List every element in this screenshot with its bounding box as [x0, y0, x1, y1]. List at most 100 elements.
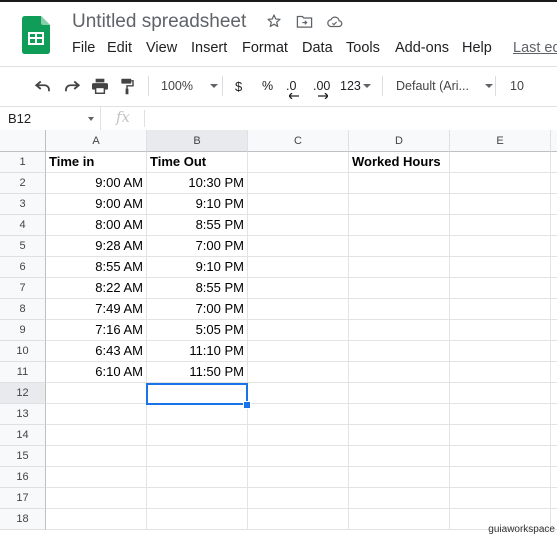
cell[interactable] — [450, 488, 551, 509]
cell[interactable] — [248, 236, 349, 257]
select-all-corner[interactable] — [0, 130, 46, 152]
menu-format[interactable]: Format — [242, 40, 288, 56]
row-header-15[interactable]: 15 — [0, 446, 46, 467]
cell-value[interactable]: 11:10 PM — [147, 341, 248, 362]
row-header-4[interactable]: 4 — [0, 215, 46, 236]
name-box[interactable]: B12 — [0, 107, 101, 130]
cell[interactable] — [349, 299, 450, 320]
cell[interactable] — [551, 425, 557, 446]
row-header-6[interactable]: 6 — [0, 257, 46, 278]
cloud-status-icon[interactable] — [325, 12, 343, 30]
cell[interactable] — [450, 446, 551, 467]
row-header-5[interactable]: 5 — [0, 236, 46, 257]
cell[interactable] — [46, 404, 147, 425]
cell[interactable] — [46, 509, 147, 530]
cell[interactable] — [551, 278, 557, 299]
cell[interactable] — [450, 215, 551, 236]
cell[interactable] — [46, 383, 147, 404]
move-to-folder-icon[interactable] — [295, 12, 313, 30]
cell-value[interactable]: 7:00 PM — [147, 299, 248, 320]
cell[interactable] — [46, 467, 147, 488]
row-header-18[interactable]: 18 — [0, 509, 46, 530]
cell[interactable] — [147, 425, 248, 446]
cell[interactable] — [248, 278, 349, 299]
menu-addons[interactable]: Add-ons — [395, 40, 449, 56]
cell-value[interactable]: 10:30 PM — [147, 173, 248, 194]
cell[interactable] — [349, 341, 450, 362]
cell[interactable] — [551, 257, 557, 278]
cell[interactable] — [147, 467, 248, 488]
menu-help[interactable]: Help — [462, 40, 492, 56]
cell[interactable] — [450, 467, 551, 488]
cell[interactable] — [349, 236, 450, 257]
cell[interactable] — [450, 152, 551, 173]
cell[interactable] — [450, 236, 551, 257]
cell-value[interactable]: 7:49 AM — [46, 299, 147, 320]
cell[interactable] — [450, 425, 551, 446]
redo-icon[interactable] — [63, 67, 81, 105]
cell-value[interactable]: 7:00 PM — [147, 236, 248, 257]
row-header-2[interactable]: 2 — [0, 173, 46, 194]
cell-value[interactable]: Time in — [46, 152, 147, 173]
cell[interactable] — [349, 488, 450, 509]
cell[interactable] — [551, 215, 557, 236]
cell[interactable] — [551, 383, 557, 404]
cell-value[interactable]: 8:55 AM — [46, 257, 147, 278]
cell[interactable] — [551, 236, 557, 257]
column-header-e[interactable]: E — [450, 130, 551, 152]
cell[interactable] — [349, 383, 450, 404]
cell-value[interactable]: 8:22 AM — [46, 278, 147, 299]
cell[interactable] — [147, 488, 248, 509]
row-header-16[interactable]: 16 — [0, 467, 46, 488]
cell[interactable] — [147, 509, 248, 530]
percent-format-button[interactable]: % — [262, 67, 273, 105]
cell-value[interactable]: Time Out — [147, 152, 248, 173]
cell[interactable] — [450, 320, 551, 341]
cell[interactable] — [551, 320, 557, 341]
cell-value[interactable]: 8:00 AM — [46, 215, 147, 236]
cell-value[interactable]: 9:10 PM — [147, 194, 248, 215]
cell[interactable] — [450, 257, 551, 278]
row-header-1[interactable]: 1 — [0, 152, 46, 173]
increase-decimal-button[interactable]: .00 — [313, 67, 330, 105]
last-edit-link[interactable]: Last ed — [513, 40, 557, 56]
cell-value[interactable]: 7:16 AM — [46, 320, 147, 341]
menu-view[interactable]: View — [146, 40, 177, 56]
cell-value[interactable]: 6:10 AM — [46, 362, 147, 383]
zoom-select[interactable]: 100% — [161, 67, 218, 105]
cell[interactable] — [450, 278, 551, 299]
cell[interactable] — [349, 194, 450, 215]
cell-value[interactable]: 9:10 PM — [147, 257, 248, 278]
cell[interactable] — [248, 341, 349, 362]
cell[interactable] — [551, 299, 557, 320]
cell-value[interactable]: 9:28 AM — [46, 236, 147, 257]
cell[interactable] — [450, 173, 551, 194]
column-header-f[interactable] — [551, 130, 557, 152]
document-title[interactable]: Untitled spreadsheet — [72, 11, 246, 33]
cell[interactable] — [349, 215, 450, 236]
cell[interactable] — [147, 404, 248, 425]
cell[interactable] — [248, 173, 349, 194]
row-header-14[interactable]: 14 — [0, 425, 46, 446]
cell[interactable] — [349, 446, 450, 467]
row-header-9[interactable]: 9 — [0, 320, 46, 341]
print-icon[interactable] — [91, 67, 109, 105]
row-header-8[interactable]: 8 — [0, 299, 46, 320]
font-size-select[interactable]: 10 — [510, 67, 524, 105]
cell[interactable] — [46, 488, 147, 509]
row-header-10[interactable]: 10 — [0, 341, 46, 362]
menu-edit[interactable]: Edit — [107, 40, 132, 56]
cell[interactable] — [450, 299, 551, 320]
row-header-13[interactable]: 13 — [0, 404, 46, 425]
cell[interactable] — [46, 446, 147, 467]
cell[interactable] — [450, 341, 551, 362]
cell[interactable] — [248, 215, 349, 236]
currency-format-button[interactable]: $ — [235, 67, 242, 105]
formula-input[interactable] — [150, 107, 550, 130]
cell[interactable] — [349, 173, 450, 194]
row-header-3[interactable]: 3 — [0, 194, 46, 215]
row-header-11[interactable]: 11 — [0, 362, 46, 383]
cell[interactable] — [450, 383, 551, 404]
column-header-a[interactable]: A — [46, 130, 147, 152]
cell[interactable] — [349, 404, 450, 425]
